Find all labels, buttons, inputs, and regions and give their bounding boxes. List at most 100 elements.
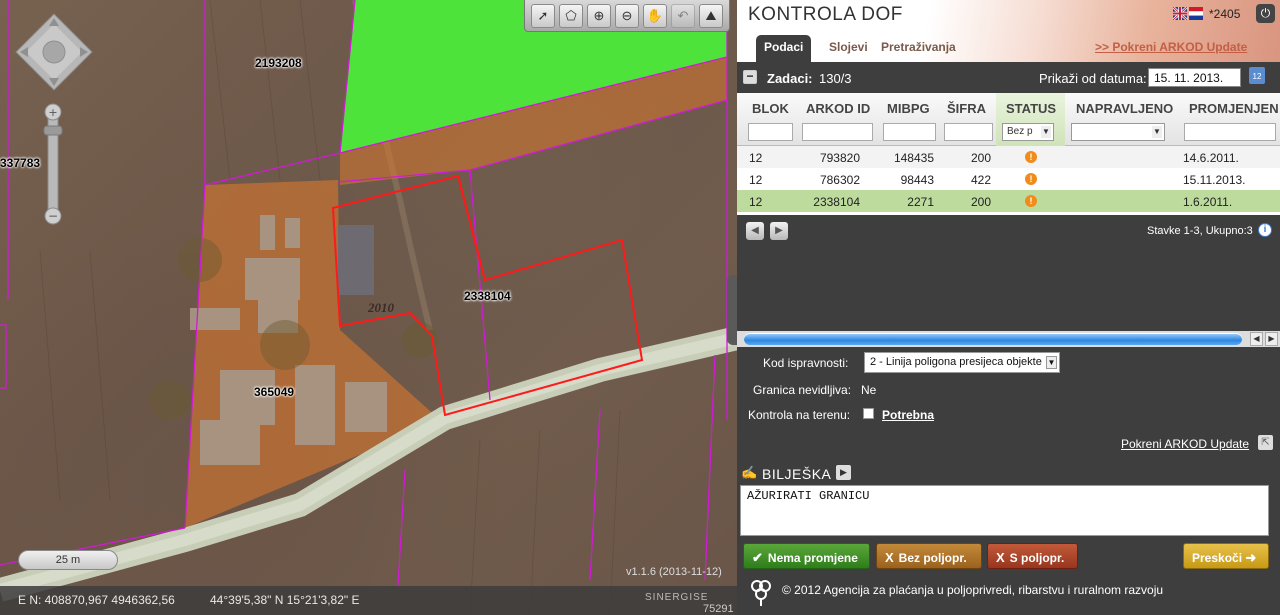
filter-napravljeno-select[interactable]: ▼ bbox=[1071, 123, 1165, 141]
s-poljopr-button[interactable]: X S poljopr. bbox=[987, 543, 1078, 569]
filter-status-select[interactable]: Bez p ▼ bbox=[1002, 123, 1054, 141]
pan-icon[interactable]: ✋ bbox=[643, 3, 667, 28]
details-section: Kod ispravnosti: 2 - Linija poligona pre… bbox=[737, 347, 1280, 462]
nema-promjene-button[interactable]: ✔ Nema promjene bbox=[743, 543, 870, 569]
info-cursor-icon[interactable]: ➚ bbox=[531, 3, 555, 28]
scale-bar: 25 m bbox=[18, 550, 118, 570]
zoom-slider[interactable]: + − bbox=[41, 102, 65, 228]
cell-promjenjen: 1.6.2011. bbox=[1183, 195, 1233, 209]
parcel-label: 2338104 bbox=[464, 289, 511, 303]
cell-blok: 12 bbox=[749, 151, 763, 165]
pager-info: Stavke 1-3, Ukupno:3 bbox=[1147, 225, 1253, 237]
note-icon: ✍ bbox=[741, 465, 758, 480]
nema-promjene-label: Nema promjene bbox=[767, 551, 858, 565]
zoom-in-icon[interactable]: ⊕ bbox=[587, 3, 611, 28]
preskoci-button[interactable]: Preskoči ➜ bbox=[1183, 543, 1269, 569]
year-label: 2010 bbox=[368, 300, 394, 315]
note-textarea[interactable]: AŽURIRATI GRANICU bbox=[740, 485, 1269, 536]
power-icon[interactable]: ⏻ bbox=[1256, 4, 1275, 23]
language-flags-icon[interactable] bbox=[1173, 7, 1203, 20]
scroll-left-icon[interactable]: ◀ bbox=[1250, 332, 1263, 346]
check-icon: ✔ bbox=[752, 550, 763, 565]
filter-blok[interactable] bbox=[748, 123, 793, 141]
teren-label: Kontrola na terenu: bbox=[748, 408, 851, 422]
filter-sifra[interactable] bbox=[944, 123, 993, 141]
kod-value: 2 - Linija poligona presijeca objekte bbox=[870, 356, 1042, 368]
x-icon: X bbox=[996, 550, 1005, 565]
cell-arkod-id: 793820 bbox=[819, 151, 860, 165]
filter-mibpg[interactable] bbox=[883, 123, 936, 141]
app-root: 2193208 337783 2338104 365049 2010 + − ➚… bbox=[0, 0, 1280, 615]
cell-blok: 12 bbox=[749, 173, 763, 187]
table-row[interactable]: 12 786302 98443 422 ! 15.11.2013. bbox=[737, 168, 1280, 190]
table-header: BLOK ARKOD ID MIBPG ŠIFRA STATUS NAPRAVL… bbox=[737, 93, 1280, 146]
arrow-right-icon: ➜ bbox=[1245, 550, 1257, 565]
tab-podaci[interactable]: Podaci bbox=[756, 35, 812, 62]
map-toolbar: ➚ ⬠ ⊕ ⊖ ✋ ↶ ⛰ bbox=[524, 0, 730, 32]
zoom-out-icon[interactable]: ⊖ bbox=[615, 3, 639, 28]
next-page-icon[interactable]: ▶ bbox=[770, 222, 788, 240]
tasks-count: 130/3 bbox=[819, 71, 852, 86]
col-promjenjen[interactable]: PROMJENJEN bbox=[1189, 101, 1279, 116]
filter-promjenjen[interactable] bbox=[1184, 123, 1276, 141]
parcel-label: 337783 bbox=[0, 156, 41, 170]
x-icon: X bbox=[885, 550, 894, 565]
measure-icon[interactable]: ⛰ bbox=[699, 3, 723, 28]
note-title: BILJEŠKA bbox=[762, 466, 832, 482]
bez-poljopr-button[interactable]: X Bez poljopr. bbox=[876, 543, 982, 569]
cell-arkod-id: 786302 bbox=[819, 173, 860, 187]
parcel-label: 365049 bbox=[254, 385, 295, 399]
granica-value: Ne bbox=[861, 383, 877, 397]
collapse-icon[interactable]: − bbox=[743, 70, 757, 84]
teren-checkbox[interactable] bbox=[863, 408, 874, 419]
col-blok[interactable]: BLOK bbox=[752, 101, 789, 116]
cell-blok: 12 bbox=[749, 195, 763, 209]
tab-slojevi[interactable]: Slojevi bbox=[821, 35, 876, 62]
col-arkod-id[interactable]: ARKOD ID bbox=[806, 101, 870, 116]
agency-logo-icon bbox=[751, 580, 771, 606]
cell-mibpg: 98443 bbox=[900, 173, 934, 187]
info-icon[interactable]: i bbox=[1258, 223, 1272, 237]
select-polygon-icon[interactable]: ⬠ bbox=[559, 3, 583, 28]
prev-page-icon[interactable]: ◀ bbox=[746, 222, 764, 240]
cell-sifra: 200 bbox=[970, 195, 991, 209]
tab-pretrazivanja[interactable]: Pretraživanja bbox=[873, 35, 964, 62]
parcel-label: 2193208 bbox=[255, 56, 302, 70]
table-row-selected[interactable]: 12 2338104 2271 200 ! 1.6.2011. bbox=[737, 190, 1280, 212]
tasks-label: Zadaci: bbox=[767, 71, 813, 86]
cell-sifra: 422 bbox=[970, 173, 991, 187]
note-header: ✍ BILJEŠKA ▶ bbox=[737, 462, 1280, 484]
s-poljopr-label: S poljopr. bbox=[1009, 551, 1065, 565]
expand-icon[interactable]: ▶ bbox=[836, 465, 851, 480]
preskoci-label: Preskoči bbox=[1192, 551, 1243, 565]
col-mibpg[interactable]: MIBPG bbox=[887, 101, 930, 116]
export-icon[interactable]: ⇱ bbox=[1258, 435, 1273, 450]
date-field[interactable]: 15. 11. 2013. bbox=[1148, 68, 1241, 87]
tasks-table: BLOK ARKOD ID MIBPG ŠIFRA STATUS NAPRAVL… bbox=[737, 93, 1280, 215]
arkod-update-link[interactable]: >> Pokreni ARKOD Update bbox=[1095, 40, 1247, 54]
calendar-icon[interactable]: 12 bbox=[1249, 67, 1265, 84]
col-napravljeno[interactable]: NAPRAVLJENO bbox=[1076, 101, 1173, 116]
col-sifra[interactable]: ŠIFRA bbox=[947, 101, 986, 116]
kod-ispravnosti-select[interactable]: 2 - Linija poligona presijeca objekte ▼ bbox=[864, 352, 1060, 373]
teren-link[interactable]: Potrebna bbox=[882, 408, 934, 422]
brand-number: 75291 bbox=[703, 603, 734, 615]
pokreni-arkod-link[interactable]: Pokreni ARKOD Update bbox=[1121, 437, 1249, 451]
user-id: *2405 bbox=[1209, 7, 1241, 21]
svg-text:−: − bbox=[48, 209, 58, 223]
filter-arkod-id[interactable] bbox=[802, 123, 873, 141]
scrollbar-thumb[interactable] bbox=[744, 333, 1242, 345]
undo-icon[interactable]: ↶ bbox=[671, 3, 695, 28]
col-status[interactable]: STATUS bbox=[1006, 101, 1056, 116]
map-view[interactable]: 2193208 337783 2338104 365049 2010 + − ➚… bbox=[0, 0, 737, 615]
coordinate-bar: E N: 408870,967 4946362,56 44°39'5,38" N… bbox=[0, 586, 737, 615]
cell-promjenjen: 14.6.2011. bbox=[1183, 151, 1239, 165]
table-row[interactable]: 12 793820 148435 200 ! 14.6.2011. bbox=[737, 146, 1280, 168]
warning-icon: ! bbox=[1025, 195, 1037, 207]
chevron-down-icon: ▼ bbox=[1046, 356, 1057, 369]
scroll-right-icon[interactable]: ▶ bbox=[1265, 332, 1278, 346]
tasks-bar: − Zadaci: 130/3 Prikaži od datuma: 15. 1… bbox=[737, 62, 1280, 93]
cell-promjenjen: 15.11.2013. bbox=[1183, 173, 1246, 187]
pan-control[interactable] bbox=[14, 12, 94, 92]
horizontal-scrollbar[interactable]: ◀ ▶ bbox=[737, 331, 1280, 347]
